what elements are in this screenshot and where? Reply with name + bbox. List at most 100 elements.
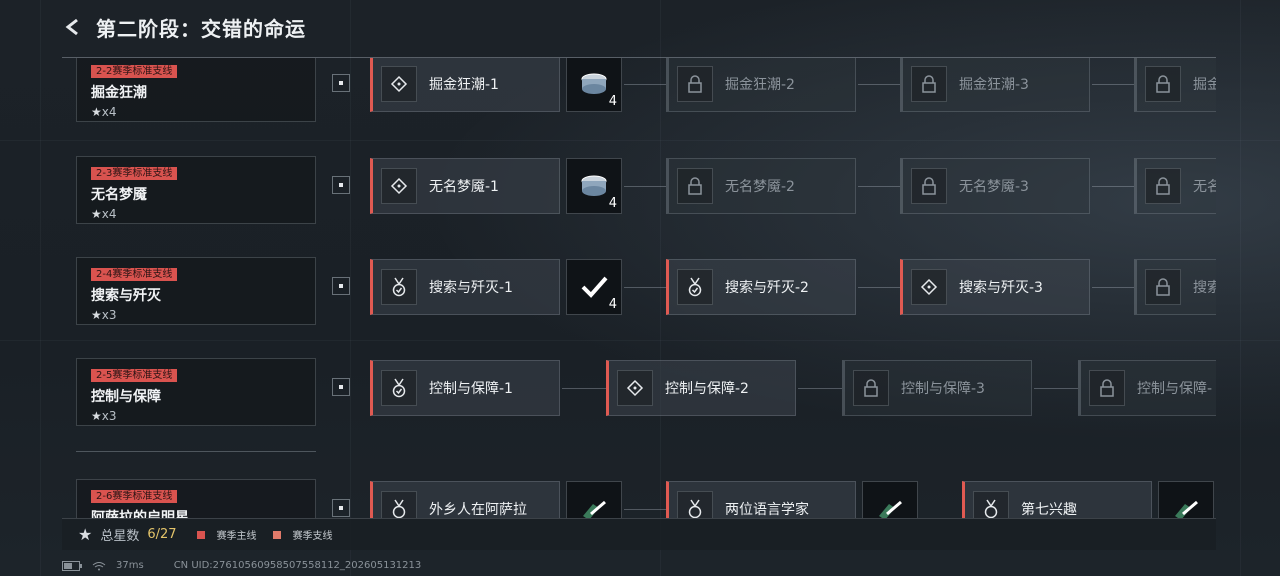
chapter-name: 搜索与歼灭: [91, 288, 161, 304]
node-link: [858, 287, 900, 288]
star-icon: ★: [78, 525, 93, 544]
item-icon: [583, 500, 606, 518]
chapter-row: 2-5赛季标准支线 控制与保障 ★x3 控制与保障-1 控制与保障-2 控制与保…: [62, 358, 1216, 434]
chapter-tag: 2-3赛季标准支线: [91, 167, 178, 180]
mission-node-locked[interactable]: 掘金狂潮-2: [666, 58, 856, 112]
diamond-icon: [617, 370, 653, 406]
chapter-list[interactable]: 2-2赛季标准支线 掘金狂潮 ★x4 掘金狂潮-1 4 掘金狂潮-2 掘金狂潮-…: [62, 58, 1216, 518]
reward-item-claimed[interactable]: 4: [566, 259, 622, 315]
reward-item[interactable]: [862, 481, 918, 518]
mission-node[interactable]: 控制与保障-2: [606, 360, 796, 416]
node-link: [798, 388, 842, 389]
node-link: [858, 186, 900, 187]
page-header: 第二阶段：交错的命运: [60, 10, 306, 44]
star-count: x4: [101, 207, 117, 221]
mission-node-locked[interactable]: 搜索: [1134, 259, 1216, 315]
reward-item[interactable]: [1158, 481, 1214, 518]
star-count: x3: [101, 308, 117, 322]
canned-food-icon: [581, 73, 607, 94]
chevron-left-icon: [65, 18, 78, 36]
mission-node-locked[interactable]: 掘金: [1134, 58, 1216, 112]
reward-count: 4: [608, 94, 617, 109]
mission-label: 无名: [1193, 179, 1216, 195]
lock-icon: [911, 168, 947, 204]
chapter-stars: ★x4: [91, 207, 301, 221]
star-count: x4: [101, 105, 117, 119]
mission-node[interactable]: 无名梦魇-1: [370, 158, 560, 214]
node-link: [562, 388, 606, 389]
reward-item[interactable]: [566, 481, 622, 518]
chapter-card[interactable]: 2-5赛季标准支线 控制与保障 ★x3: [76, 358, 316, 426]
node-link: [1092, 186, 1134, 187]
star-icon: ★: [91, 409, 102, 423]
total-stars-label: 总星数: [100, 529, 140, 544]
node-link: [624, 509, 666, 510]
mission-node-locked[interactable]: 掘金狂潮-3: [900, 58, 1090, 112]
battery-icon: [62, 560, 82, 571]
chapter-card[interactable]: 2-3赛季标准支线 无名梦魇 ★x4: [76, 156, 316, 224]
mission-node-locked[interactable]: 无名梦魇-3: [900, 158, 1090, 214]
connector-node: [332, 277, 350, 295]
mission-label: 掘金狂潮-3: [959, 77, 1029, 93]
back-button[interactable]: [60, 14, 86, 40]
lock-icon: [1145, 168, 1181, 204]
mission-label: 搜索与歼灭-3: [959, 280, 1043, 296]
chapter-stars: ★x3: [91, 308, 301, 322]
medal-icon: [381, 491, 417, 518]
mission-node[interactable]: 第七兴趣: [962, 481, 1152, 518]
chapter-card[interactable]: 2-4赛季标准支线 搜索与歼灭 ★x3: [76, 257, 316, 325]
star-icon: ★: [91, 105, 102, 119]
lock-icon: [1145, 66, 1181, 102]
mission-node[interactable]: 搜索与歼灭-3: [900, 259, 1090, 315]
item-icon: [879, 500, 902, 518]
total-stars-value: 6/27: [147, 527, 177, 542]
diamond-icon: [381, 66, 417, 102]
mission-node[interactable]: 两位语言学家: [666, 481, 856, 518]
mission-node[interactable]: 搜索与歼灭-1: [370, 259, 560, 315]
star-summary-bar: ★ 总星数 6/27 赛季主线 赛季支线: [62, 518, 1216, 550]
grid-line: [1240, 0, 1241, 576]
item-icon: [1175, 500, 1198, 518]
legend-side-label: 赛季支线: [292, 531, 333, 542]
star-count: x3: [101, 409, 117, 423]
mission-label: 掘金狂潮-2: [725, 77, 795, 93]
node-link: [858, 84, 900, 85]
legend-main-swatch: [196, 530, 205, 539]
chapter-tag: 2-4赛季标准支线: [91, 268, 178, 281]
chapter-stars: ★x3: [91, 409, 301, 423]
node-link: [624, 84, 666, 85]
mission-node-locked[interactable]: 无名梦魇-2: [666, 158, 856, 214]
star-icon: ★: [91, 207, 102, 221]
mission-label: 无名梦魇-3: [959, 179, 1029, 195]
mission-node[interactable]: 外乡人在阿萨拉: [370, 481, 560, 518]
mission-label: 搜索与歼灭-2: [725, 280, 809, 296]
mission-node[interactable]: 搜索与歼灭-2: [666, 259, 856, 315]
legend-side-swatch: [272, 530, 281, 539]
chapter-tag: 2-5赛季标准支线: [91, 369, 178, 382]
reward-item[interactable]: 4: [566, 158, 622, 214]
chapter-name: 无名梦魇: [91, 187, 147, 203]
medal-icon: [973, 491, 1009, 518]
mission-node-locked[interactable]: 无名: [1134, 158, 1216, 214]
mission-label: 掘金狂潮-1: [429, 77, 499, 93]
diamond-icon: [381, 168, 417, 204]
mission-label: 无名梦魇-2: [725, 179, 795, 195]
chapter-card[interactable]: 2-6赛季标准支线 阿萨拉的启明星: [76, 479, 316, 518]
mission-node[interactable]: 掘金狂潮-1: [370, 58, 560, 112]
mission-node-locked[interactable]: 控制与保障-3: [842, 360, 1032, 416]
node-link: [1034, 388, 1078, 389]
chapter-row: 2-2赛季标准支线 掘金狂潮 ★x4 掘金狂潮-1 4 掘金狂潮-2 掘金狂潮-…: [62, 58, 1216, 130]
chapter-row: 2-6赛季标准支线 阿萨拉的启明星 外乡人在阿萨拉 两位语言学家 第七兴趣: [62, 479, 1216, 518]
lock-icon: [911, 66, 947, 102]
user-uid: CN UID:27610560958507558112_202605131213: [173, 560, 422, 571]
chapter-card[interactable]: 2-2赛季标准支线 掘金狂潮 ★x4: [76, 58, 316, 122]
reward-count: 4: [608, 196, 617, 211]
medal-icon: [677, 269, 713, 305]
mission-node[interactable]: 控制与保障-1: [370, 360, 560, 416]
reward-item[interactable]: 4: [566, 58, 622, 112]
connector-node: [332, 378, 350, 396]
mission-node-locked[interactable]: 控制与保障-: [1078, 360, 1216, 416]
node-link: [1092, 84, 1134, 85]
status-bar: 37ms CN UID:27610560958507558112_2026051…: [62, 560, 421, 571]
canned-food-icon: [581, 175, 607, 196]
